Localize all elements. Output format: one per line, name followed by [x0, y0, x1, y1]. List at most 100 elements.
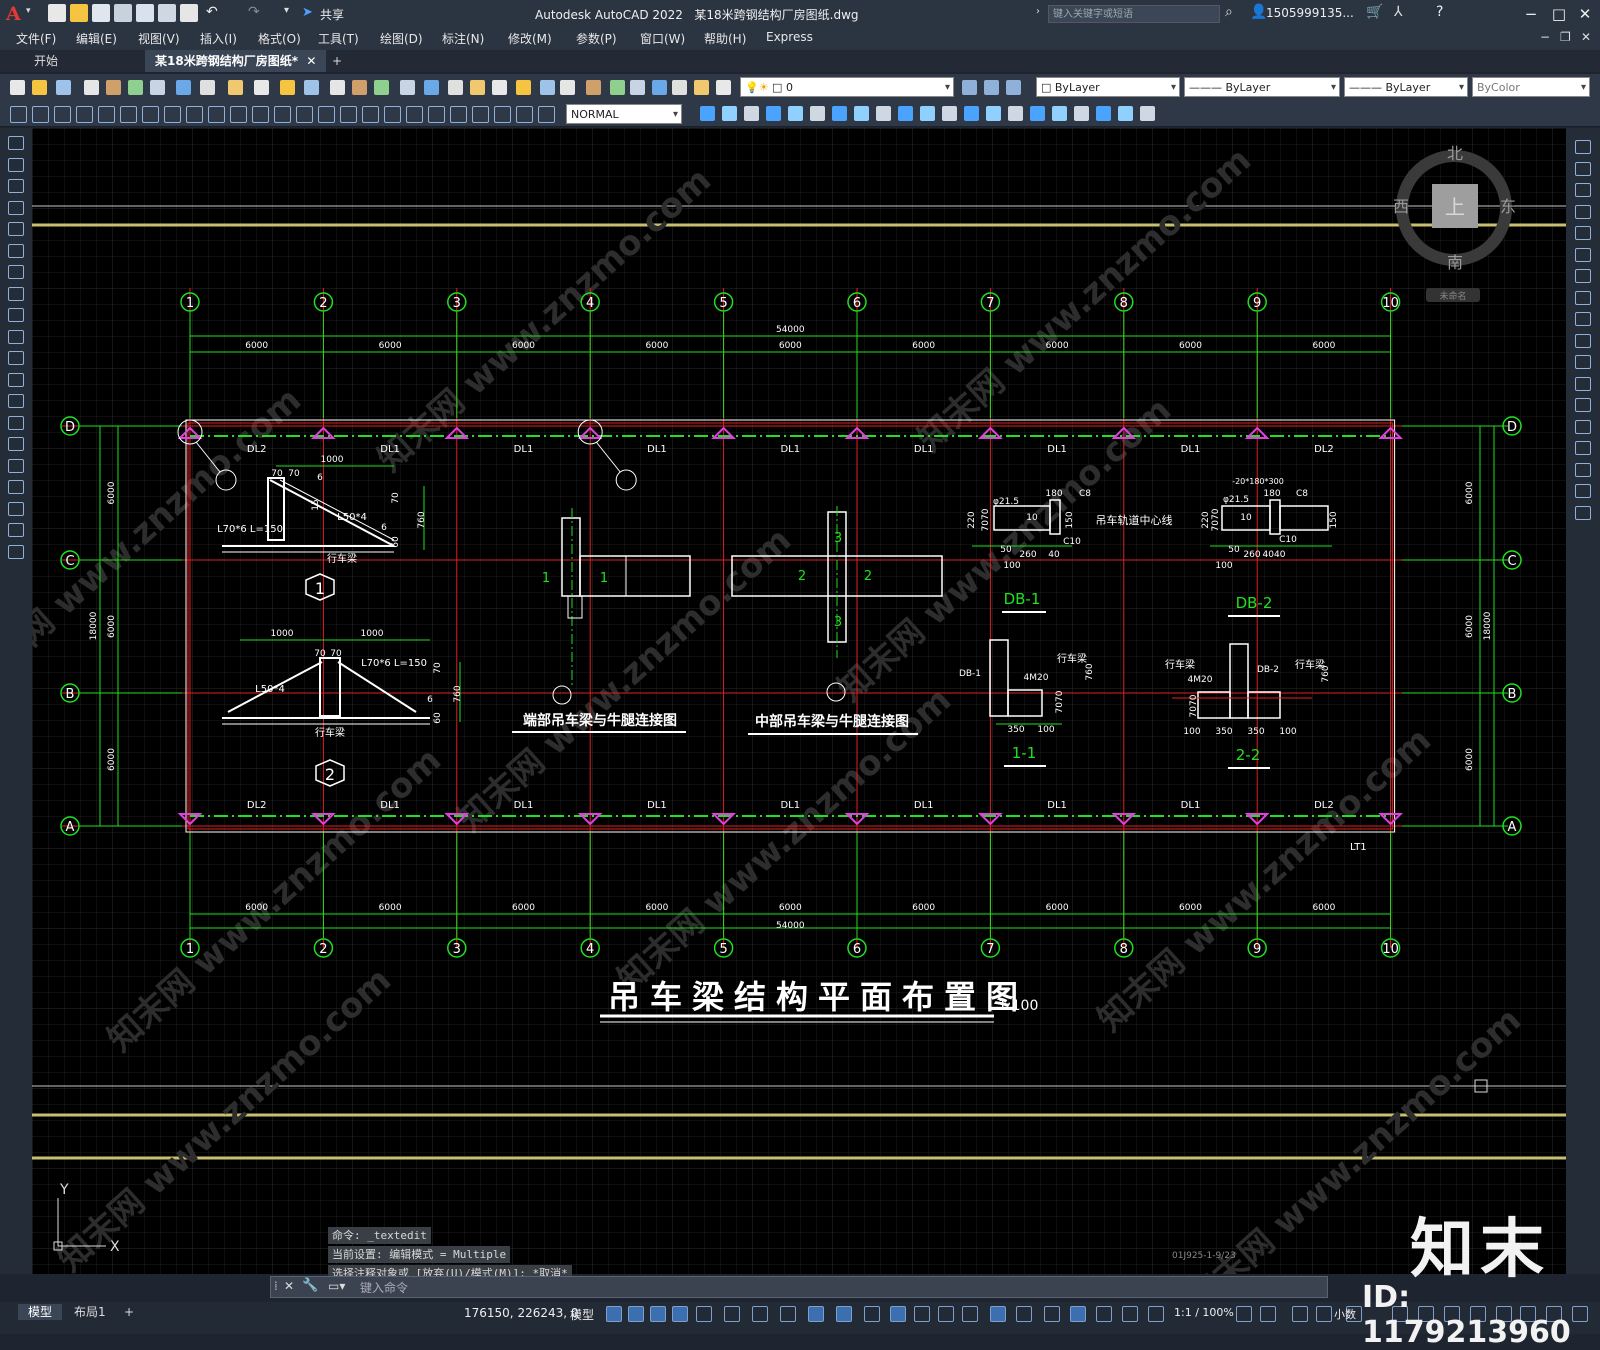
toolbar1-tool-icon[interactable] [448, 80, 463, 95]
toolbar1-tool-icon[interactable] [374, 80, 389, 95]
model-space-button[interactable]: 模型 [570, 1306, 594, 1323]
command-close-icon[interactable]: ✕ [284, 1279, 294, 1293]
draw-tool-icon[interactable] [8, 329, 24, 344]
toolbar1-tool-icon[interactable] [492, 80, 507, 95]
dimension-tool-icon[interactable] [340, 106, 357, 123]
menu-item-1[interactable]: 编辑(E) [76, 30, 117, 47]
modify-palette-icon[interactable] [1575, 226, 1591, 240]
draw-tool-icon[interactable] [8, 437, 24, 451]
draw-tool-icon[interactable] [8, 179, 24, 193]
draw-tool-icon[interactable] [8, 243, 24, 258]
user-name[interactable]: 1505999135... [1266, 6, 1354, 20]
app-menu-chevron-icon[interactable]: ▾ [26, 6, 31, 16]
modify-tool-icon[interactable] [1096, 106, 1111, 121]
toolbar1-tool-icon[interactable] [10, 80, 25, 95]
dimension-tool-icon[interactable] [230, 106, 247, 123]
dimension-tool-icon[interactable] [428, 106, 445, 123]
minimize-button[interactable]: − [1520, 4, 1542, 24]
draw-tool-icon[interactable] [8, 415, 24, 430]
dimension-tool-icon[interactable] [362, 106, 379, 123]
save-web-icon[interactable] [158, 4, 176, 22]
status-toggle-icon[interactable] [864, 1306, 880, 1322]
modify-tool-icon[interactable] [1140, 106, 1155, 121]
toolbar1-tool-icon[interactable] [176, 80, 191, 95]
command-recent-icon[interactable]: ▭▾ [328, 1279, 345, 1293]
draw-tool-icon[interactable] [8, 544, 24, 559]
toolbar1-tool-icon[interactable] [424, 80, 439, 95]
modify-tool-icon[interactable] [766, 106, 781, 121]
command-customize-icon[interactable]: 🔧 [302, 1278, 318, 1293]
toolbar1-tool-icon[interactable] [586, 80, 601, 95]
draw-tool-icon[interactable] [8, 286, 24, 301]
dimension-tool-icon[interactable] [252, 106, 269, 123]
lineweight-combo[interactable]: ——— ByLayer [1344, 77, 1468, 97]
dimstyle-combo[interactable]: NORMAL [566, 104, 682, 124]
draw-tool-icon[interactable] [8, 222, 24, 236]
modify-palette-icon[interactable] [1575, 505, 1591, 520]
viewcube-north[interactable]: 北 [1447, 144, 1463, 163]
modify-palette-icon[interactable] [1575, 140, 1591, 154]
status-toggle-icon[interactable] [696, 1306, 712, 1322]
doc-restore-icon[interactable]: ❐ [1560, 30, 1571, 44]
search-input[interactable]: 键入关键字或短语 [1048, 5, 1220, 23]
toolbar1-tool-icon[interactable] [228, 80, 243, 95]
dimension-tool-icon[interactable] [208, 106, 225, 123]
toolbar1-tool-icon[interactable] [84, 80, 99, 95]
modify-tool-icon[interactable] [964, 106, 979, 121]
modify-palette-icon[interactable] [1575, 161, 1591, 176]
dimension-tool-icon[interactable] [450, 106, 467, 123]
status-toggle-icon[interactable] [1044, 1306, 1060, 1322]
share-button[interactable]: 共享 [320, 6, 344, 23]
status-toggle-icon[interactable] [1122, 1306, 1138, 1322]
toolbar1-tool-icon[interactable] [128, 80, 143, 95]
dimension-tool-icon[interactable] [164, 106, 181, 123]
color-combo[interactable]: □ ByLayer [1036, 77, 1180, 97]
toolbar1-tool-icon[interactable] [716, 80, 731, 95]
toolbar1-tool-icon[interactable] [150, 80, 165, 95]
save-icon[interactable] [92, 4, 110, 22]
modify-tool-icon[interactable] [920, 106, 935, 121]
tab-layout1[interactable]: 布局1 [64, 1304, 116, 1320]
menu-item-6[interactable]: 绘图(D) [380, 30, 423, 47]
draw-tool-icon[interactable] [8, 394, 24, 408]
undo-icon[interactable]: ↶ [206, 4, 218, 20]
draw-tool-icon[interactable] [8, 501, 24, 516]
new-file-icon[interactable] [48, 4, 66, 22]
menu-item-2[interactable]: 视图(V) [138, 30, 180, 47]
search-arrow-icon[interactable]: › [1036, 6, 1040, 17]
toolbar1-tool-icon[interactable] [254, 80, 269, 95]
draw-tool-icon[interactable] [8, 480, 24, 494]
status-toggle-icon[interactable] [1292, 1306, 1308, 1322]
toolbar1-tool-icon[interactable] [330, 80, 345, 95]
dimension-tool-icon[interactable] [538, 106, 555, 123]
linetype-combo[interactable]: ——— ByLayer [1184, 77, 1340, 97]
layer-combo[interactable]: 💡☀ □ 0 [740, 77, 954, 97]
viewcube-west[interactable]: 西 [1393, 197, 1409, 216]
status-toggle-icon[interactable] [962, 1306, 978, 1322]
status-toggle-icon[interactable] [1316, 1306, 1332, 1322]
layer-tool-icon[interactable] [1006, 80, 1021, 95]
modify-tool-icon[interactable] [744, 106, 759, 121]
toolbar1-tool-icon[interactable] [560, 80, 575, 95]
modify-tool-icon[interactable] [788, 106, 803, 121]
modify-palette-icon[interactable] [1575, 204, 1591, 219]
menu-item-7[interactable]: 标注(N) [442, 30, 484, 47]
dimension-tool-icon[interactable] [472, 106, 489, 123]
modify-palette-icon[interactable] [1575, 398, 1591, 412]
viewcube-east[interactable]: 东 [1500, 197, 1516, 216]
command-input[interactable]: 键入命令 [360, 1279, 408, 1296]
modify-palette-icon[interactable] [1575, 419, 1591, 434]
modify-tool-icon[interactable] [986, 106, 1001, 121]
status-toggle-icon[interactable] [672, 1306, 688, 1322]
modify-tool-icon[interactable] [898, 106, 913, 121]
menu-item-4[interactable]: 格式(O) [258, 30, 301, 47]
customize-qat-icon[interactable]: ▾ [284, 5, 289, 16]
status-toggle-icon[interactable] [1236, 1306, 1252, 1322]
modify-tool-icon[interactable] [854, 106, 869, 121]
autodesk-account-icon[interactable]: ⅄ [1394, 4, 1403, 20]
dimension-tool-icon[interactable] [120, 106, 137, 123]
modify-palette-icon[interactable] [1575, 376, 1591, 391]
toolbar1-tool-icon[interactable] [304, 80, 319, 95]
status-toggle-icon[interactable] [990, 1306, 1006, 1322]
modify-palette-icon[interactable] [1575, 441, 1591, 455]
